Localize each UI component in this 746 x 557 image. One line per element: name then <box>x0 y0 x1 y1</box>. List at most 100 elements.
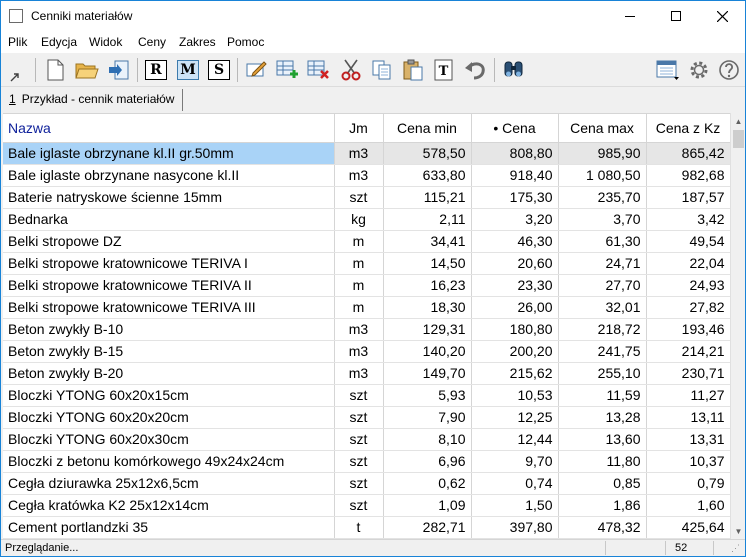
column-header-cena-z-kz[interactable]: Cena z Kz <box>646 114 730 143</box>
help-button[interactable] <box>717 58 741 82</box>
cell-cena-max[interactable]: 27,70 <box>558 274 647 297</box>
table-row[interactable]: Belki stropowe kratownicowe TERIVA II m 16… <box>3 274 730 297</box>
cell-cena[interactable]: 46,30 <box>471 230 559 253</box>
cell-cena-z-kz[interactable]: 11,27 <box>646 384 730 407</box>
maximize-button[interactable] <box>653 1 699 31</box>
cell-jm[interactable]: szt <box>334 450 384 473</box>
cell-cena-min[interactable]: 34,41 <box>383 230 472 253</box>
cell-jm[interactable]: t <box>334 516 384 539</box>
cell-cena-z-kz[interactable]: 24,93 <box>646 274 730 297</box>
cell-cena[interactable]: 918,40 <box>471 164 559 187</box>
cell-cena-max[interactable]: 61,30 <box>558 230 647 253</box>
cell-cena-max[interactable]: 24,71 <box>558 252 647 275</box>
cell-cena-min[interactable]: 282,71 <box>383 516 472 539</box>
column-header-nazwa[interactable]: Nazwa <box>3 114 335 143</box>
copy-button[interactable] <box>370 58 394 82</box>
table-row[interactable]: Belki stropowe kratownicowe TERIVA Im 14,… <box>3 252 730 275</box>
cell-cena-max[interactable]: 478,32 <box>558 516 647 539</box>
cell-jm[interactable]: m <box>334 230 384 253</box>
cell-cena[interactable]: 9,70 <box>471 450 559 473</box>
menu-pomoc[interactable]: Pomoc <box>227 35 264 49</box>
scroll-down-icon[interactable]: ▼ <box>731 523 746 539</box>
view-options-button[interactable] <box>656 58 680 82</box>
cell-jm[interactable]: m3 <box>334 142 384 165</box>
cell-nazwa[interactable]: Belki stropowe kratownicowe TERIVA I <box>3 252 335 275</box>
cell-nazwa[interactable]: Bale iglaste obrzynane nasycone kl.II <box>3 164 335 187</box>
table-row[interactable]: Bale iglaste obrzynane kl.II gr.50mm m3 57… <box>3 142 730 165</box>
menu-plik[interactable]: Plik <box>8 35 27 49</box>
cell-cena-min[interactable]: 149,70 <box>383 362 472 385</box>
cell-cena-min[interactable]: 14,50 <box>383 252 472 275</box>
cell-cena-min[interactable]: 578,50 <box>383 142 472 165</box>
cell-cena-z-kz[interactable]: 10,37 <box>646 450 730 473</box>
close-button[interactable] <box>699 1 745 31</box>
menu-edycja[interactable]: Edycja <box>41 35 77 49</box>
cell-cena-max[interactable]: 11,80 <box>558 450 647 473</box>
cell-jm[interactable]: kg <box>334 208 384 231</box>
cell-cena-z-kz[interactable]: 27,82 <box>646 296 730 319</box>
cell-nazwa[interactable]: Bloczki YTONG 60x20x15cm <box>3 384 335 407</box>
view-s-button[interactable]: S <box>207 58 231 82</box>
cell-cena-min[interactable]: 1,09 <box>383 494 472 517</box>
cell-cena-min[interactable]: 7,90 <box>383 406 472 429</box>
cell-nazwa[interactable]: Belki stropowe kratownicowe TERIVA II <box>3 274 335 297</box>
cell-cena[interactable]: 397,80 <box>471 516 559 539</box>
cell-jm[interactable]: szt <box>334 406 384 429</box>
cell-cena[interactable]: 180,80 <box>471 318 559 341</box>
cell-jm[interactable]: szt <box>334 186 384 209</box>
cell-cena-min[interactable]: 5,93 <box>383 384 472 407</box>
tab-cennik[interactable]: 1 Przykład - cennik materiałów <box>5 89 184 111</box>
cell-cena-max[interactable]: 3,70 <box>558 208 647 231</box>
cell-cena-min[interactable]: 18,30 <box>383 296 472 319</box>
cell-cena[interactable]: 215,62 <box>471 362 559 385</box>
cell-cena-min[interactable]: 129,31 <box>383 318 472 341</box>
cell-cena[interactable]: 12,44 <box>471 428 559 451</box>
cell-cena-z-kz[interactable]: 3,42 <box>646 208 730 231</box>
cell-cena-z-kz[interactable]: 425,64 <box>646 516 730 539</box>
cell-cena-z-kz[interactable]: 13,31 <box>646 428 730 451</box>
cell-cena-z-kz[interactable]: 230,71 <box>646 362 730 385</box>
cell-cena-z-kz[interactable]: 193,46 <box>646 318 730 341</box>
cell-nazwa[interactable]: Cegła kratówka K2 25x12x14cm <box>3 494 335 517</box>
cell-cena-max[interactable]: 32,01 <box>558 296 647 319</box>
table-row[interactable]: Beton zwykły B-20 m3 149,70 215,62 255,10 230… <box>3 362 730 385</box>
table-row[interactable]: Belki stropowe kratownicowe TERIVA III m 1… <box>3 296 730 319</box>
cell-cena-max[interactable]: 1 080,50 <box>558 164 647 187</box>
cell-cena[interactable]: 20,60 <box>471 252 559 275</box>
column-header-jm[interactable]: Jm <box>334 114 384 143</box>
new-document-button[interactable] <box>43 58 67 82</box>
cell-cena-max[interactable]: 1,86 <box>558 494 647 517</box>
cell-cena[interactable]: 808,80 <box>471 142 559 165</box>
menu-ceny[interactable]: Ceny <box>138 35 166 49</box>
table-row[interactable]: Bale iglaste obrzynane nasycone kl.II m3 6… <box>3 164 730 187</box>
cell-cena-max[interactable]: 11,59 <box>558 384 647 407</box>
cell-cena-min[interactable]: 16,23 <box>383 274 472 297</box>
menu-zakres[interactable]: Zakres <box>179 35 216 49</box>
cell-nazwa[interactable]: Beton zwykły B-10 <box>3 318 335 341</box>
cell-cena[interactable]: 175,30 <box>471 186 559 209</box>
cell-jm[interactable]: szt <box>334 472 384 495</box>
add-row-button[interactable] <box>276 58 300 82</box>
cell-cena-z-kz[interactable]: 865,42 <box>646 142 730 165</box>
cell-jm[interactable]: szt <box>334 494 384 517</box>
cell-cena-max[interactable]: 235,70 <box>558 186 647 209</box>
cell-cena-min[interactable]: 8,10 <box>383 428 472 451</box>
cell-nazwa[interactable]: Belki stropowe DZ <box>3 230 335 253</box>
vertical-scrollbar[interactable]: ▲ ▼ <box>730 113 745 539</box>
menu-widok[interactable]: Widok <box>89 35 122 49</box>
find-button[interactable] <box>502 58 526 82</box>
cell-cena[interactable]: 12,25 <box>471 406 559 429</box>
cell-nazwa[interactable]: Bale iglaste obrzynane kl.II gr.50mm <box>3 142 335 165</box>
delete-row-button[interactable] <box>307 58 331 82</box>
settings-button[interactable] <box>687 58 711 82</box>
edit-button[interactable] <box>244 58 268 82</box>
table-row[interactable]: Bednarka kg 2,11 3,20 3,70 3,42 <box>3 208 730 231</box>
open-folder-button[interactable] <box>75 58 99 82</box>
cell-nazwa[interactable]: Bloczki z betonu komórkowego 49x24x24cm <box>3 450 335 473</box>
cell-nazwa[interactable]: Bednarka <box>3 208 335 231</box>
table-row[interactable]: Beton zwykły B-15 m3 140,20 200,20 241,75 214… <box>3 340 730 363</box>
cell-cena-min[interactable]: 633,80 <box>383 164 472 187</box>
cell-nazwa[interactable]: Beton zwykły B-20 <box>3 362 335 385</box>
cell-cena-z-kz[interactable]: 0,79 <box>646 472 730 495</box>
view-m-button[interactable]: M <box>176 58 200 82</box>
